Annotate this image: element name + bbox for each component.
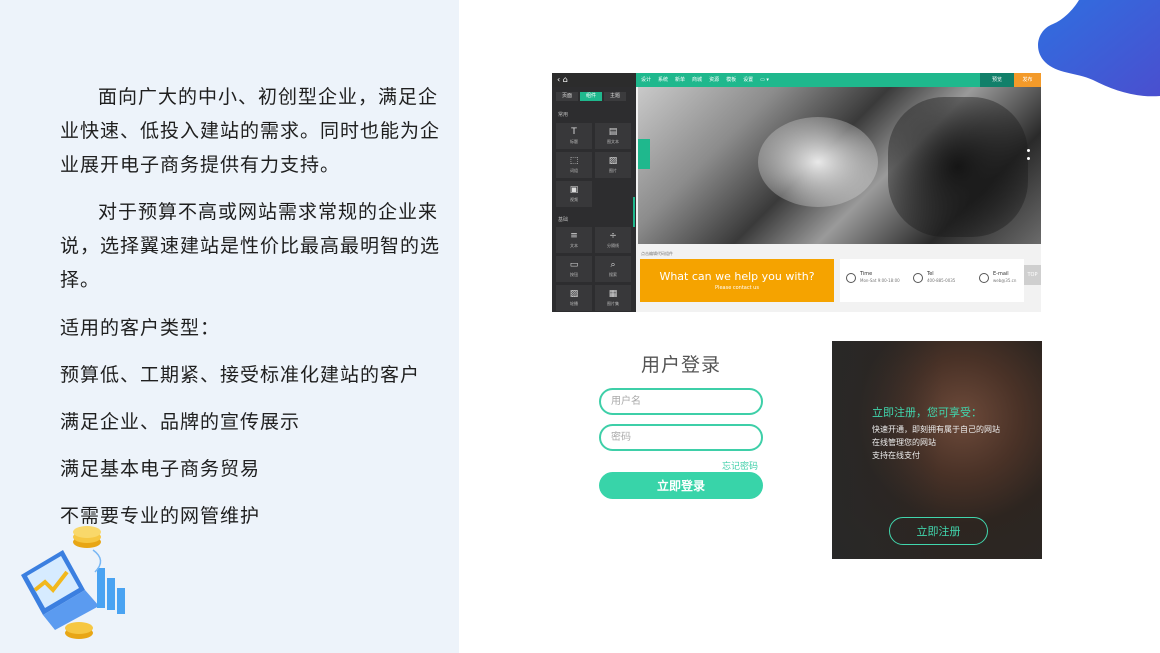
laptop-coins-illustration [21,526,125,639]
intro-paragraph-2: 对于预算不高或网站需求常规的企业来说，选择翼速建站是性价比最高最明智的选择。 [60,195,450,297]
mail-icon [979,273,989,283]
text-icon: T [571,127,577,137]
customer-item: 满足基本电子商务贸易 [60,458,261,480]
carousel-dots[interactable] [1027,149,1031,163]
frame-icon: ⬚ [569,156,579,166]
cta-subtitle: Please contact us [715,285,759,291]
register-title: 立即注册，您可享受： [872,406,982,419]
clock-icon [846,273,856,283]
register-button[interactable]: 立即注册 [889,517,988,545]
paragraph-icon: ≡ [570,231,578,241]
video-icon: ▣ [569,185,579,195]
builder-menu-item[interactable]: 新单 [675,73,685,87]
hero-engine-image [638,87,1041,244]
builder-menu-item[interactable]: 模板 [726,73,736,87]
sidebar-tabs: 页面 组件 主题 [556,92,626,101]
blue-blob-decoration [1038,0,1160,97]
component-title[interactable]: T 标题 [556,123,592,149]
builder-caption: 点击编辑代码组件 [641,251,673,256]
hero-shadow [888,97,1028,237]
button-icon: ▭ [569,260,579,270]
site-builder-screenshot: ‹ ⌂ 设计 系统 新单 商城 资源 模板 设置 ▭ ▾ 预览 发布 页面 组件… [552,73,1041,312]
left-panel: 面向广大的中小、初创型企业，满足企业快速、低投入建站的需求。同时也能为企业展开电… [0,0,459,653]
builder-menu-item[interactable]: 商城 [692,73,702,87]
login-title: 用户登录 [640,354,721,376]
component-divider[interactable]: ÷ 分隔线 [595,227,631,253]
phone-icon [913,273,923,283]
image-icon: ▨ [608,156,618,166]
component-gallery[interactable]: ▦ 图片集 [595,285,631,311]
preview-button[interactable]: 预览 [980,73,1014,87]
builder-menu-item[interactable]: 设置 [743,73,753,87]
contact-strip: Time Mon-Sat 9:00-18:00 Tel 400-885-0035 E… [840,259,1024,302]
component-search[interactable]: ⌕ 搜索 [595,256,631,282]
intro-paragraph-1: 面向广大的中小、初创型企业，满足企业快速、低投入建站的需求。同时也能为企业展开电… [60,80,450,182]
search-icon: ⌕ [610,260,616,270]
carousel-icon: ▨ [569,289,579,299]
register-benefit: 支持在线支付 [872,451,920,460]
sidebar-scrollbar[interactable] [633,197,635,227]
home-icon[interactable]: ⌂ [563,75,568,84]
group-label-common: 常用 [558,112,569,118]
intro-paragraph-1-text: 面向广大的中小、初创型企业，满足企业快速、低投入建站的需求。同时也能为企业展开电… [60,86,441,176]
builder-sidebar: 页面 组件 主题 常用 T 标题 ▤ 图文本 ⬚ 词组 ▨ 图片 ▣ 视频 基础 ≡ 文本 … [552,87,636,312]
login-button[interactable]: 立即登录 [599,472,763,499]
sidebar-tab-pages[interactable]: 页面 [556,92,578,101]
builder-menu-item[interactable]: 设计 [641,73,651,87]
hero-highlight [758,117,878,207]
component-image[interactable]: ▨ 图片 [595,152,631,178]
username-input[interactable] [599,388,763,415]
back-icon[interactable]: ‹ [557,75,560,84]
cta-title: What can we help you with? [659,270,815,283]
rich-text-icon: ▤ [608,127,618,137]
forgot-password-link[interactable]: 忘记密码 [722,459,758,472]
device-icon[interactable]: ▭ ▾ [760,73,769,87]
publish-button[interactable]: 发布 [1014,73,1041,87]
customer-item: 预算低、工期紧、接受标准化建站的客户 [60,364,421,386]
hero-edit-toolbar[interactable] [638,139,650,169]
back-to-top-button[interactable]: TOP [1024,265,1041,285]
builder-home[interactable]: ‹ ⌂ [552,73,636,87]
component-rich-text[interactable]: ▤ 图文本 [595,123,631,149]
customer-item: 满足企业、品牌的宣传展示 [60,411,301,433]
password-input[interactable] [599,424,763,451]
register-benefit: 在线管理您的网站 [872,438,936,447]
gallery-icon: ▦ [608,289,618,299]
group-label-basic: 基础 [558,217,569,223]
sidebar-tab-components[interactable]: 组件 [580,92,602,101]
builder-menu-item[interactable]: 系统 [658,73,668,87]
component-text[interactable]: ≡ 文本 [556,227,592,253]
component-phrase[interactable]: ⬚ 词组 [556,152,592,178]
builder-menu-item[interactable]: 资源 [709,73,719,87]
builder-topbar: ‹ ⌂ 设计 系统 新单 商城 资源 模板 设置 ▭ ▾ 预览 发布 [552,73,1041,87]
register-card: 立即注册，您可享受： 快速开通，即刻拥有属于自己的网站 在线管理您的网站 支持在… [832,341,1042,559]
sidebar-tab-theme[interactable]: 主题 [604,92,626,101]
component-carousel[interactable]: ▨ 轮播 [556,285,592,311]
cta-banner[interactable]: What can we help you with? Please contac… [640,259,834,302]
customers-heading: 适用的客户类型： [60,317,221,339]
component-video[interactable]: ▣ 视频 [556,181,592,207]
intro-paragraph-2-text: 对于预算不高或网站需求常规的企业来说，选择翼速建站是性价比最高最明智的选择。 [60,201,441,291]
divider-icon: ÷ [609,231,617,241]
register-benefit: 快速开通，即刻拥有属于自己的网站 [872,425,1000,434]
builder-menu: 设计 系统 新单 商城 资源 模板 设置 ▭ ▾ [641,73,769,87]
component-button[interactable]: ▭ 按钮 [556,256,592,282]
